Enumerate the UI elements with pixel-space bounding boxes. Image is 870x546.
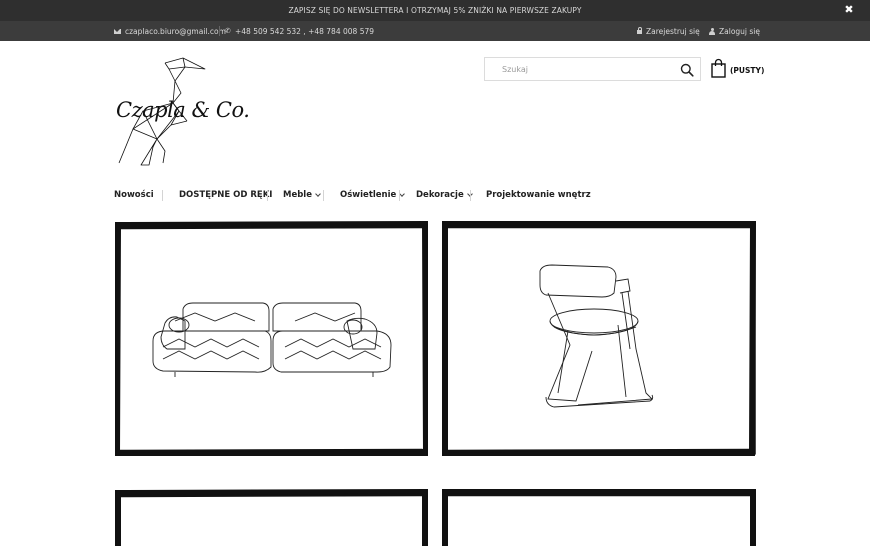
login-label: Zaloguj się: [719, 26, 760, 36]
contact-divider: [219, 26, 220, 36]
login-link[interactable]: Zaloguj się: [709, 21, 760, 41]
nav-divider: [470, 190, 471, 201]
search-input[interactable]: [485, 58, 675, 80]
nav-item-label: Meble: [283, 190, 312, 200]
phone-icon: ✆: [225, 26, 231, 35]
nav-divider: [323, 190, 324, 201]
nav-item-meble[interactable]: Meble: [283, 186, 321, 204]
contact-phone[interactable]: ✆ +48 509 542 532 , +48 784 008 579: [225, 21, 374, 41]
nav-divider: [399, 190, 400, 201]
envelope-icon: [114, 28, 121, 34]
cart-button[interactable]: (PUSTY): [711, 58, 765, 82]
nav-divider: [162, 190, 163, 201]
category-tile-chair[interactable]: [442, 221, 756, 456]
close-icon[interactable]: ✖: [843, 4, 855, 16]
lock-icon: [637, 27, 642, 34]
nav-item-label: Nowości: [114, 190, 154, 200]
cart-label: (PUSTY): [730, 65, 765, 75]
shopping-bag-icon: [711, 58, 726, 82]
contact-phone-text: +48 509 542 532 , +48 784 008 579: [235, 26, 375, 36]
chevron-down-icon: [315, 191, 321, 197]
nav-item-dostepne[interactable]: DOSTĘPNE OD RĘKI: [179, 186, 272, 204]
nav-item-nowosci[interactable]: Nowości: [114, 186, 154, 204]
newsletter-text[interactable]: ZAPISZ SIĘ DO NEWSLETTERA I OTRZYMAJ 5% …: [288, 6, 581, 15]
category-tile[interactable]: [442, 489, 756, 546]
contact-email[interactable]: czaplaco.biuro@gmail.com: [114, 21, 226, 41]
category-tile-sofa[interactable]: [115, 221, 428, 456]
nav-item-dekoracje[interactable]: Dekoracje: [416, 186, 473, 204]
user-icon: [709, 27, 715, 35]
nav-item-label: Dekoracje: [416, 190, 464, 200]
nav-item-label: DOSTĘPNE OD RĘKI: [179, 190, 273, 200]
register-label: Zarejestruj się: [646, 26, 700, 36]
newsletter-bar: ZAPISZ SIĘ DO NEWSLETTERA I OTRZYMAJ 5% …: [0, 0, 870, 21]
brand-wordmark[interactable]: Czapla & Co.: [116, 98, 250, 122]
empty-frame: [115, 489, 428, 546]
search-icon[interactable]: [680, 62, 694, 77]
sofa-illustration: [115, 221, 428, 456]
search-box: [484, 57, 701, 81]
nav-item-projektowanie[interactable]: Projektowanie wnętrz: [486, 186, 591, 204]
chair-illustration: [442, 221, 756, 456]
empty-frame: [442, 489, 756, 546]
contact-bar: czaplaco.biuro@gmail.com ✆ +48 509 542 5…: [0, 21, 870, 41]
nav-item-label: Projektowanie wnętrz: [486, 190, 591, 200]
nav-divider: [267, 190, 268, 201]
chevron-down-icon: [399, 191, 406, 197]
contact-email-text: czaplaco.biuro@gmail.com: [125, 26, 226, 36]
nav-item-label: Oświetlenie: [340, 190, 397, 200]
category-tile[interactable]: [115, 489, 428, 546]
register-link[interactable]: Zarejestruj się: [637, 21, 700, 41]
nav-item-oswietlenie[interactable]: Oświetlenie: [340, 186, 406, 204]
